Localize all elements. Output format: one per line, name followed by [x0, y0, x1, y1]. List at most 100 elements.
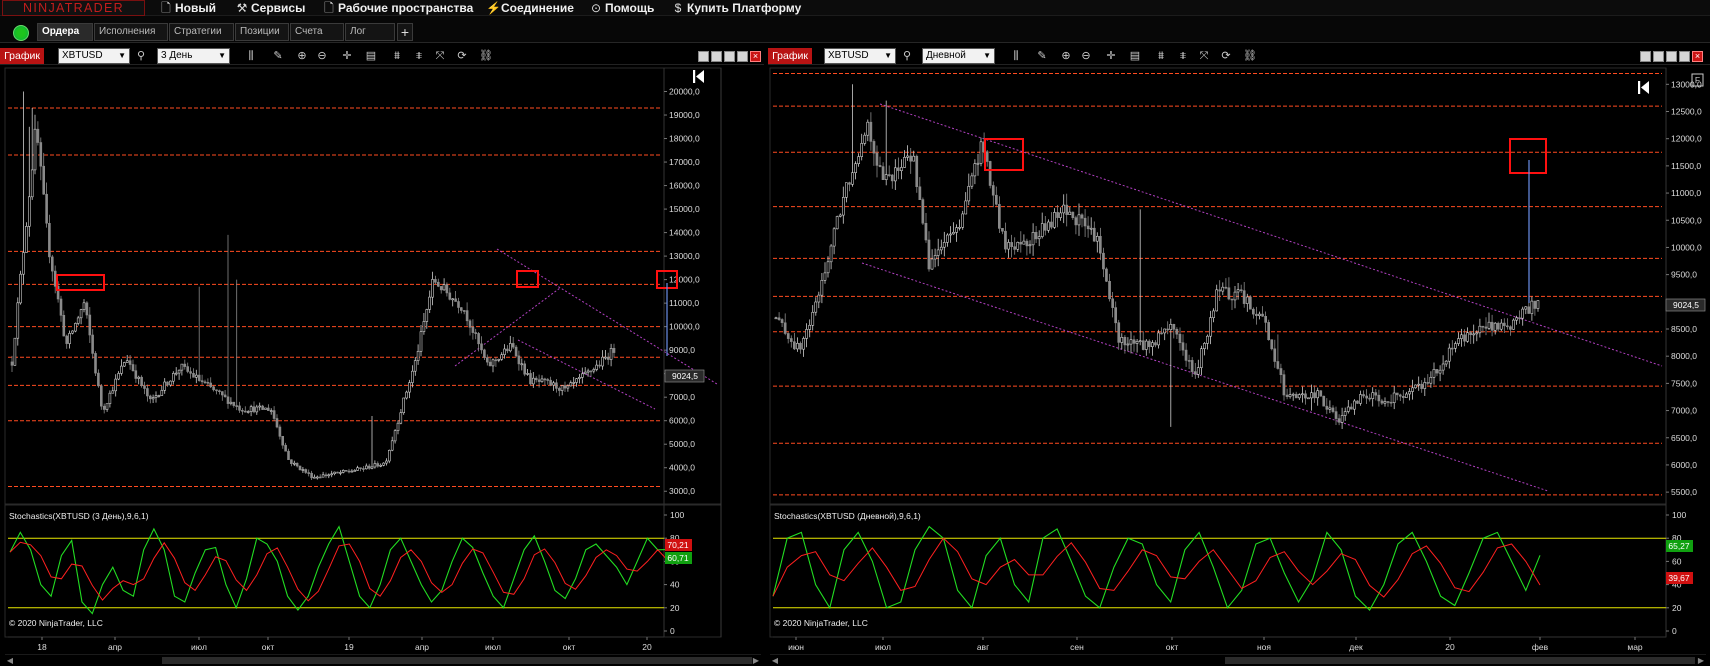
candle-body — [1325, 405, 1329, 410]
candle-body — [1267, 322, 1270, 340]
left-horizontal-scrollbar[interactable]: ◀ ▶ — [5, 654, 761, 666]
candle-body — [1105, 268, 1108, 282]
price-tick-label: 5000,0 — [669, 439, 695, 449]
candle-body — [1310, 392, 1313, 399]
time-tick-label: окт — [262, 642, 275, 652]
stoch-tick-label: 40 — [670, 580, 680, 590]
candle-body — [1203, 343, 1206, 349]
candle-body — [235, 405, 238, 407]
price-tick-label: 6000,0 — [669, 416, 695, 426]
candle-body — [399, 412, 403, 424]
candle-body — [1056, 212, 1059, 218]
stoch-k-tag-label: 70,21 — [667, 540, 689, 550]
scroll-right-icon[interactable]: ▶ — [1696, 655, 1706, 666]
candle-body — [1221, 286, 1225, 292]
candle-body — [569, 382, 573, 387]
candle-body — [344, 469, 348, 472]
candle-body — [774, 317, 778, 320]
candle-body — [949, 233, 952, 236]
candle-body — [1138, 340, 1142, 343]
candle-body — [1395, 392, 1399, 396]
candle-body — [1001, 228, 1004, 232]
stochastics-label: Stochastics(XBTUSD (3 День),9,6,1) — [9, 511, 149, 521]
price-tick-label: 5500,0 — [1671, 487, 1697, 497]
candle-body — [1313, 392, 1316, 399]
candle-body — [39, 142, 43, 167]
candle-body — [272, 410, 276, 419]
candle-body — [1282, 374, 1286, 396]
candle-body — [468, 320, 472, 328]
candle-body — [1450, 347, 1454, 350]
candle-body — [967, 186, 971, 202]
candle-body — [970, 175, 974, 187]
price-tick-label: 10000,0 — [1671, 242, 1702, 252]
candle-body — [108, 392, 112, 405]
candle-body — [985, 151, 989, 162]
candle-body — [808, 324, 811, 330]
candle-body — [183, 363, 187, 367]
candle-body — [379, 464, 383, 467]
candle-body — [315, 476, 319, 479]
scroll-left-icon[interactable]: ◀ — [5, 655, 15, 666]
candle-body — [1484, 326, 1488, 329]
candle-body — [1242, 290, 1246, 304]
candle-body — [1322, 395, 1326, 407]
candle-body — [177, 369, 181, 374]
candle-body — [74, 323, 77, 332]
candle-body — [422, 321, 426, 332]
candle-body — [1496, 322, 1500, 330]
stochastics-d-line — [9, 541, 669, 602]
candle-body — [580, 373, 584, 378]
scroll-left-icon[interactable]: ◀ — [770, 655, 780, 666]
time-tick-label: 20 — [1445, 642, 1455, 652]
candle-body — [817, 294, 821, 303]
candle-body — [474, 332, 478, 334]
candle-body — [318, 476, 322, 479]
candle-body — [1126, 343, 1130, 346]
candle-body — [105, 403, 109, 410]
candle-body — [465, 310, 469, 322]
candle-body — [442, 284, 446, 291]
candle-body — [1092, 227, 1096, 242]
candle-body — [598, 364, 601, 367]
candle-body — [19, 273, 22, 304]
scroll-right-icon[interactable]: ▶ — [751, 655, 761, 666]
candle-body — [428, 296, 431, 310]
candle-body — [1444, 360, 1448, 365]
candle-body — [356, 467, 359, 471]
candle-body — [514, 346, 518, 357]
stochastics-label: Stochastics(XBTUSD (Дневной),9,6,1) — [774, 511, 921, 521]
candle-body — [1304, 393, 1307, 399]
candle-body — [298, 465, 302, 471]
candle-body — [1224, 286, 1228, 289]
candle-body — [1276, 361, 1280, 369]
right-time-axis: июн июл авг сен окт ноя дек 20 фев мар — [773, 636, 1666, 652]
candle-body — [578, 376, 581, 379]
candle-body — [848, 182, 851, 185]
price-tick-label: 6000,0 — [1671, 460, 1697, 470]
candle-body — [13, 337, 17, 366]
time-tick-label: авг — [977, 642, 989, 652]
candle-body — [823, 272, 827, 281]
right-horizontal-scrollbar[interactable]: ◀ ▶ — [770, 654, 1706, 666]
candle-body — [416, 350, 420, 361]
candle-body — [304, 469, 308, 473]
left-scroll-thumb[interactable] — [162, 657, 752, 664]
candle-body — [1518, 317, 1521, 320]
candle-body — [1411, 387, 1414, 392]
candle-body — [1426, 382, 1430, 384]
candle-body — [1279, 368, 1283, 375]
charts-canvas[interactable]: 20000,0 19000,0 18000,0 17000,0 16000,0 15000… — [0, 0, 1710, 666]
candle-body — [166, 381, 169, 386]
candle-body — [128, 360, 132, 365]
candle-body — [261, 405, 264, 410]
candle-body — [1503, 322, 1506, 327]
candle-body — [1319, 390, 1323, 397]
candle-body — [1475, 332, 1479, 335]
time-tick-label: ноя — [1257, 642, 1271, 652]
right-scroll-thumb[interactable] — [1225, 657, 1695, 664]
candle-body — [97, 372, 100, 387]
candle-body — [546, 379, 550, 381]
candle-body — [218, 390, 221, 393]
candle-body — [1438, 369, 1442, 374]
